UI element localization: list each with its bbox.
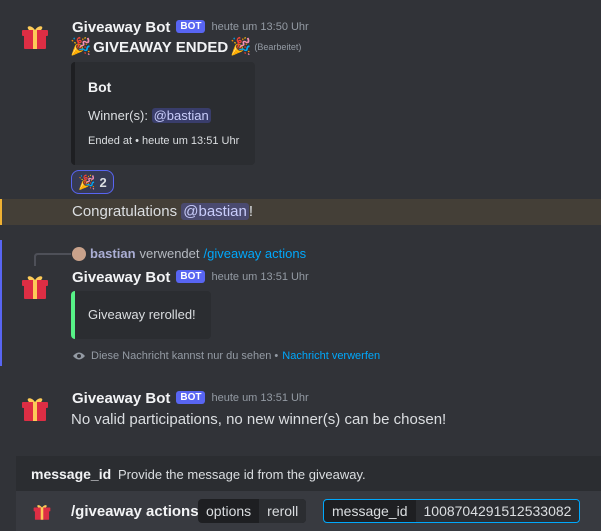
message-header: Giveaway Bot BOT heute um 13:51 Uhr	[72, 268, 309, 286]
eye-icon	[73, 352, 85, 360]
party-popper-icon: 🎉	[70, 37, 92, 56]
timestamp: heute um 13:51 Uhr	[211, 392, 309, 404]
reply-command[interactable]: /giveaway actions	[204, 246, 307, 261]
option-label: message_id	[332, 503, 408, 519]
dismiss-link[interactable]: Nachricht verwerfen	[282, 350, 380, 362]
reply-avatar[interactable]	[72, 246, 86, 261]
avatar[interactable]	[20, 394, 50, 424]
bot-tag: BOT	[176, 19, 206, 33]
party-popper-icon: 🎉	[78, 173, 96, 190]
bot-tag: BOT	[176, 390, 206, 404]
command-name: /giveaway actions	[71, 503, 199, 520]
winners-label: Winner(s):	[88, 108, 148, 123]
embed-title: Bot	[88, 79, 112, 95]
embed-winners: Winner(s): @bastian	[88, 108, 211, 123]
message-id-pill[interactable]: message_id 1008704291512533082	[323, 499, 581, 523]
gift-icon	[22, 276, 48, 299]
embed-ended-at: Ended at • heute um 13:51 Uhr	[88, 135, 240, 147]
giveaway-embed: Bot Winner(s): @bastian Ended at • heute…	[71, 62, 255, 165]
ephemeral-note-line: Diese Nachricht kannst nur du sehen • Na…	[72, 350, 380, 362]
command-option-hint: message_id Provide the message id from t…	[16, 456, 601, 491]
message-header: Giveaway Bot BOT heute um 13:51 Uhr	[72, 389, 309, 407]
avatar[interactable]	[20, 272, 50, 302]
reply-text: verwendet	[139, 246, 200, 261]
giveaway-title-line: 🎉 GIVEAWAY ENDED 🎉 (Bearbeitet)	[70, 37, 301, 57]
ephemeral-bar	[0, 240, 2, 366]
party-popper-icon: 🎉	[230, 37, 252, 56]
option-name: message_id	[31, 466, 112, 482]
reaction-count: 2	[99, 174, 107, 190]
reroll-embed-text: Giveaway rerolled!	[88, 307, 196, 322]
gift-icon	[22, 26, 48, 49]
avatar[interactable]	[20, 22, 50, 52]
edited-label: (Bearbeitet)	[254, 42, 302, 52]
gift-icon	[22, 398, 48, 421]
congrats-suffix: !	[248, 203, 254, 220]
ephemeral-note: Diese Nachricht kannst nur du sehen •	[91, 350, 279, 362]
message-text: No valid participations, no new winner(s…	[71, 411, 447, 428]
bot-tag: BOT	[176, 269, 206, 283]
option-value: 1008704291512533082	[415, 500, 580, 522]
reaction-button[interactable]: 🎉 2	[71, 170, 114, 194]
username[interactable]: Giveaway Bot	[72, 269, 170, 286]
congrats-mention[interactable]: @bastian	[181, 203, 249, 220]
username[interactable]: Giveaway Bot	[72, 390, 170, 407]
gift-icon	[33, 505, 51, 520]
reply-spine	[34, 253, 71, 266]
option-label: options	[206, 503, 252, 519]
reroll-embed: Giveaway rerolled!	[71, 291, 211, 339]
giveaway-title: GIVEAWAY ENDED	[93, 38, 229, 56]
congrats-text: Congratulations	[72, 203, 178, 220]
reply-line: bastian verwendet /giveaway actions	[72, 246, 306, 261]
timestamp: heute um 13:50 Uhr	[211, 21, 309, 33]
options-pill[interactable]: options reroll	[198, 499, 307, 523]
timestamp: heute um 13:51 Uhr	[211, 271, 309, 283]
winner-mention[interactable]: @bastian	[151, 108, 211, 123]
username[interactable]: Giveaway Bot	[72, 19, 170, 36]
reply-username[interactable]: bastian	[90, 246, 136, 261]
message-header: Giveaway Bot BOT heute um 13:50 Uhr	[72, 18, 309, 36]
congrats-message: Congratulations @bastian!	[0, 199, 601, 225]
command-input-bar[interactable]: /giveaway actions options reroll message…	[16, 491, 601, 531]
option-value: reroll	[259, 499, 307, 523]
option-description: Provide the message id from the giveaway…	[118, 467, 366, 482]
